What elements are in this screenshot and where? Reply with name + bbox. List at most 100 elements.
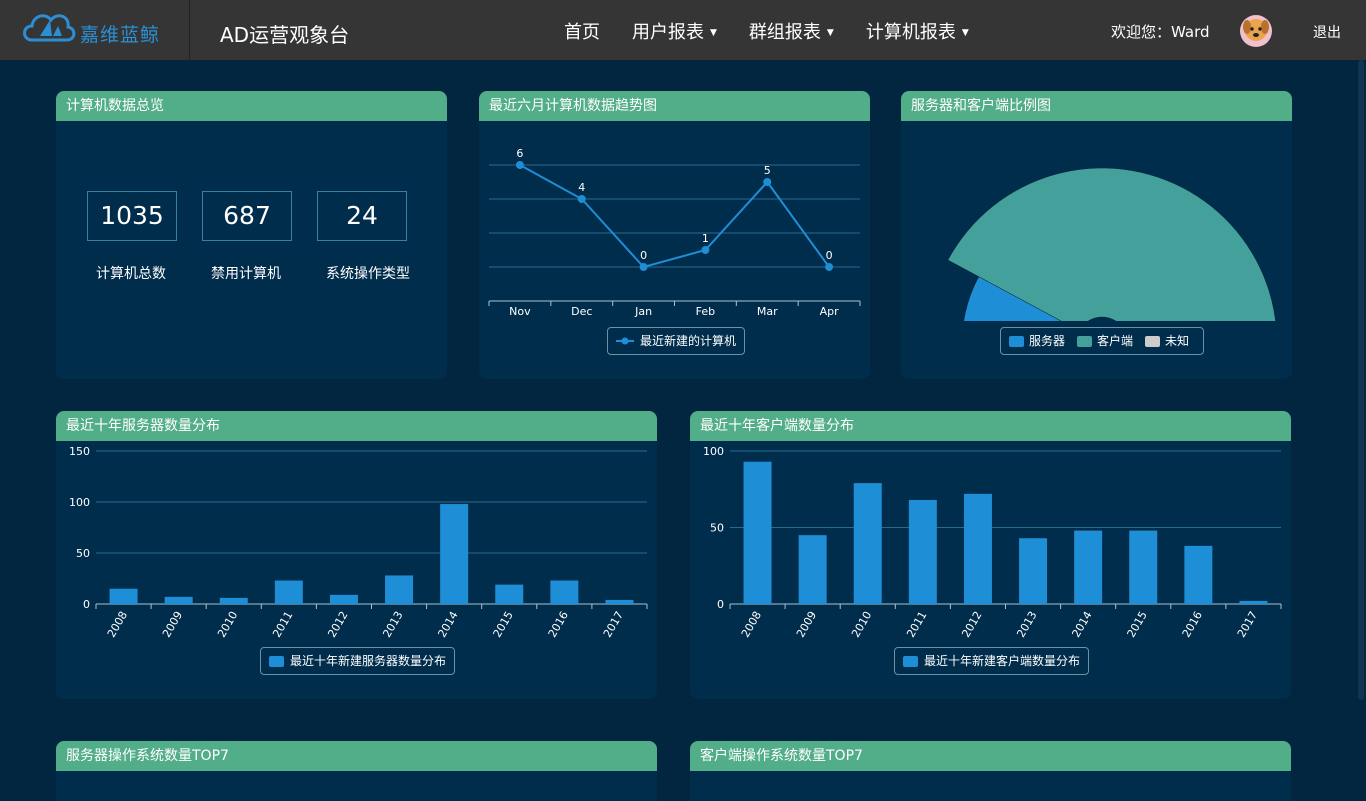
x-tick-label: 2013 xyxy=(380,609,405,640)
legend-label: 最近新建的计算机 xyxy=(640,334,737,348)
panel-title: 最近六月计算机数据趋势图 xyxy=(479,91,870,121)
nav-item-group-reports[interactable]: 群组报表 ▼ xyxy=(749,18,834,44)
x-tick-label: 2016 xyxy=(1180,609,1205,640)
legend-item-client[interactable]: 客户端 xyxy=(1077,328,1133,354)
data-point xyxy=(701,246,710,254)
client-os-panel: 客户端操作系统数量TOP7 xyxy=(690,741,1291,801)
y-tick-label: 100 xyxy=(69,496,90,509)
x-tick-label: Dec xyxy=(571,305,592,318)
caret-down-icon: ▼ xyxy=(826,28,834,38)
stat-total-computers-label: 计算机总数 xyxy=(96,266,166,282)
brand-text: 嘉维蓝鲸 xyxy=(80,24,161,46)
trend-legend[interactable]: 最近新建的计算机 xyxy=(607,327,746,355)
top-navbar: 嘉维蓝鲸 AD运营观象台 首页 用户报表 ▼ 群组报表 ▼ 计算机报表 ▼ 欢迎您：W… xyxy=(0,0,1366,60)
server-os-panel: 服务器操作系统数量TOP7 xyxy=(56,741,657,801)
legend-swatch xyxy=(1077,335,1093,347)
panel-title: 客户端操作系统数量TOP7 xyxy=(690,741,1291,771)
legend-item-unknown[interactable]: 未知 xyxy=(1145,328,1189,354)
x-tick-label: 2016 xyxy=(546,609,571,640)
clients-bar-chart: 0 50 100 2008 2009 2010 2011 2012 2013 2014 2015 20… xyxy=(703,445,1282,640)
legend-item-server[interactable]: 服务器 xyxy=(1009,328,1065,354)
x-tick-label: 2017 xyxy=(601,609,626,640)
legend-label: 服务器 xyxy=(1029,334,1066,348)
panel-title: 最近十年服务器数量分布 xyxy=(56,411,657,441)
panel-title: 计算机数据总览 xyxy=(56,91,447,121)
nav-menu: 首页 用户报表 ▼ 群组报表 ▼ 计算机报表 ▼ xyxy=(564,18,1001,44)
bar xyxy=(109,588,138,604)
series-line xyxy=(519,164,830,269)
bar xyxy=(798,535,827,604)
bar xyxy=(605,599,634,604)
x-tick-label: Jan xyxy=(634,305,652,318)
data-point xyxy=(639,263,648,271)
x-tick-label: 2014 xyxy=(1069,609,1094,640)
bar xyxy=(219,597,248,604)
x-tick-label: 2015 xyxy=(1125,609,1150,640)
legend-swatch xyxy=(269,655,284,667)
avatar[interactable] xyxy=(1240,15,1272,47)
bar xyxy=(963,493,992,604)
y-tick-label: 50 xyxy=(76,547,90,560)
bar xyxy=(908,499,937,604)
nav-item-user-reports[interactable]: 用户报表 ▼ xyxy=(632,18,717,44)
bar xyxy=(164,596,193,604)
x-tick-label: 2008 xyxy=(105,609,130,640)
legend-swatch xyxy=(1009,335,1024,347)
clients-legend[interactable]: 最近十年新建客户端数量分布 xyxy=(894,647,1090,675)
x-tick-label: Mar xyxy=(757,305,778,318)
x-tick-label: 2010 xyxy=(215,609,240,640)
stat-os-types-label: 系统操作类型 xyxy=(326,266,410,282)
x-tick-label: 2010 xyxy=(849,609,874,640)
nav-item-computer-reports[interactable]: 计算机报表 ▼ xyxy=(866,18,969,44)
data-point xyxy=(577,195,586,203)
bar xyxy=(274,580,303,604)
clients-panel: 最近十年客户端数量分布 0 50 100 2008 2009 2010 2011 2012 20… xyxy=(690,411,1291,699)
trend-panel: 最近六月计算机数据趋势图 6 Nov 4 Dec 0 Jan 1 Feb 5 Mar 0 Apr 最近… xyxy=(479,91,870,379)
nav-item-home[interactable]: 首页 xyxy=(564,18,600,44)
ratio-legend: 服务器 客户端 未知 xyxy=(1000,327,1205,355)
x-tick-label: 2011 xyxy=(270,609,295,640)
x-tick-label: 2009 xyxy=(160,609,185,640)
data-label: 6 xyxy=(516,147,523,160)
bar xyxy=(853,483,882,604)
bar xyxy=(329,594,358,604)
y-tick-label: 0 xyxy=(83,598,90,611)
overview-panel: 计算机数据总览 1035 687 24 计算机总数 禁用计算机 系统操作类型 xyxy=(56,91,447,379)
legend-swatch xyxy=(1145,335,1161,347)
data-label: 5 xyxy=(764,164,771,177)
scrollbar-thumb[interactable] xyxy=(1358,60,1364,700)
nav-item-label: 首页 xyxy=(564,22,600,43)
bar xyxy=(1074,530,1103,604)
page-scrollbar[interactable] xyxy=(1356,60,1366,768)
legend-label: 最近十年新建服务器数量分布 xyxy=(290,654,447,668)
x-tick-label: 2009 xyxy=(794,609,819,640)
y-tick-label: 0 xyxy=(717,598,724,611)
brand-logo[interactable]: 嘉维蓝鲸 xyxy=(0,0,190,60)
welcome-text: 欢迎您：Ward xyxy=(1111,23,1210,41)
bar xyxy=(1239,600,1268,604)
cloud-logo-icon xyxy=(23,14,76,42)
x-tick-label: 2011 xyxy=(904,609,929,640)
bar xyxy=(385,575,414,604)
logout-link[interactable]: 退出 xyxy=(1313,22,1341,42)
x-tick-label: 2012 xyxy=(959,609,984,640)
nav-item-label: 群组报表 xyxy=(748,22,821,43)
bar xyxy=(1019,538,1048,604)
stat-disabled-computers-value: 687 xyxy=(202,191,292,241)
data-point xyxy=(763,178,772,186)
data-point xyxy=(825,263,834,271)
x-tick-label: 2014 xyxy=(435,609,460,640)
nav-item-label: 用户报表 xyxy=(632,22,704,43)
caret-down-icon: ▼ xyxy=(710,28,717,38)
y-tick-label: 50 xyxy=(710,522,724,535)
x-tick-label: 2012 xyxy=(325,609,350,640)
x-tick-label: 2017 xyxy=(1235,609,1260,640)
bar xyxy=(550,580,579,604)
panel-title: 服务器操作系统数量TOP7 xyxy=(56,741,657,771)
legend-swatch xyxy=(903,655,918,667)
bar xyxy=(1129,530,1158,604)
servers-legend[interactable]: 最近十年新建服务器数量分布 xyxy=(260,647,456,675)
panel-title: 最近十年客户端数量分布 xyxy=(690,411,1291,441)
x-tick-label: Feb xyxy=(696,305,715,318)
caret-down-icon: ▼ xyxy=(961,28,969,38)
